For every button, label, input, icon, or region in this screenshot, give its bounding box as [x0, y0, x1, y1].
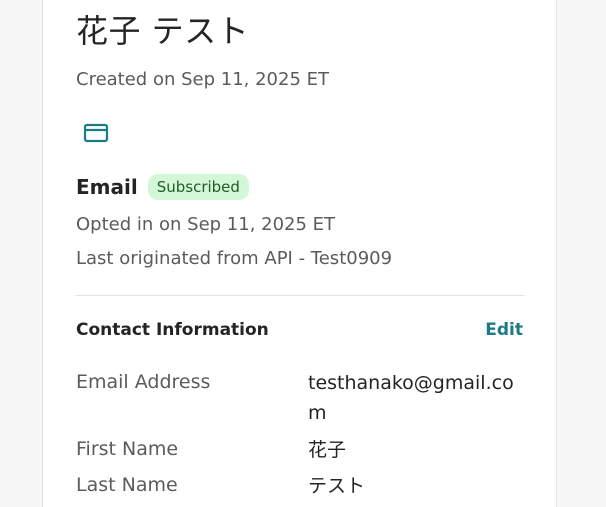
email-channel-button[interactable]	[76, 114, 116, 152]
last-name-label: Last Name	[76, 474, 178, 496]
last-name-value: テスト	[308, 475, 366, 497]
first-name-value: 花子	[308, 439, 347, 461]
opted-in-date: Opted in on Sep 11, 2025 ET	[76, 214, 336, 235]
contact-info-title: Contact Information	[76, 320, 269, 340]
edit-contact-link[interactable]: Edit	[485, 320, 523, 340]
last-originated: Last originated from API - Test0909	[76, 248, 393, 269]
created-date: Created on Sep 11, 2025 ET	[76, 69, 329, 90]
first-name-label: First Name	[76, 438, 179, 460]
contact-name: 花子 テスト	[76, 12, 250, 50]
email-address-label: Email Address	[76, 371, 211, 393]
subscription-status-badge: Subscribed	[147, 174, 249, 200]
contact-profile-card: 花子 テスト Created on Sep 11, 2025 ET Email …	[42, 0, 557, 507]
email-address-value: testhanako@gmail.com	[308, 372, 514, 424]
email-channel-header: Email Subscribed	[76, 173, 249, 201]
email-channel-title: Email	[76, 175, 138, 199]
envelope-icon	[83, 123, 109, 143]
section-divider	[76, 295, 524, 296]
